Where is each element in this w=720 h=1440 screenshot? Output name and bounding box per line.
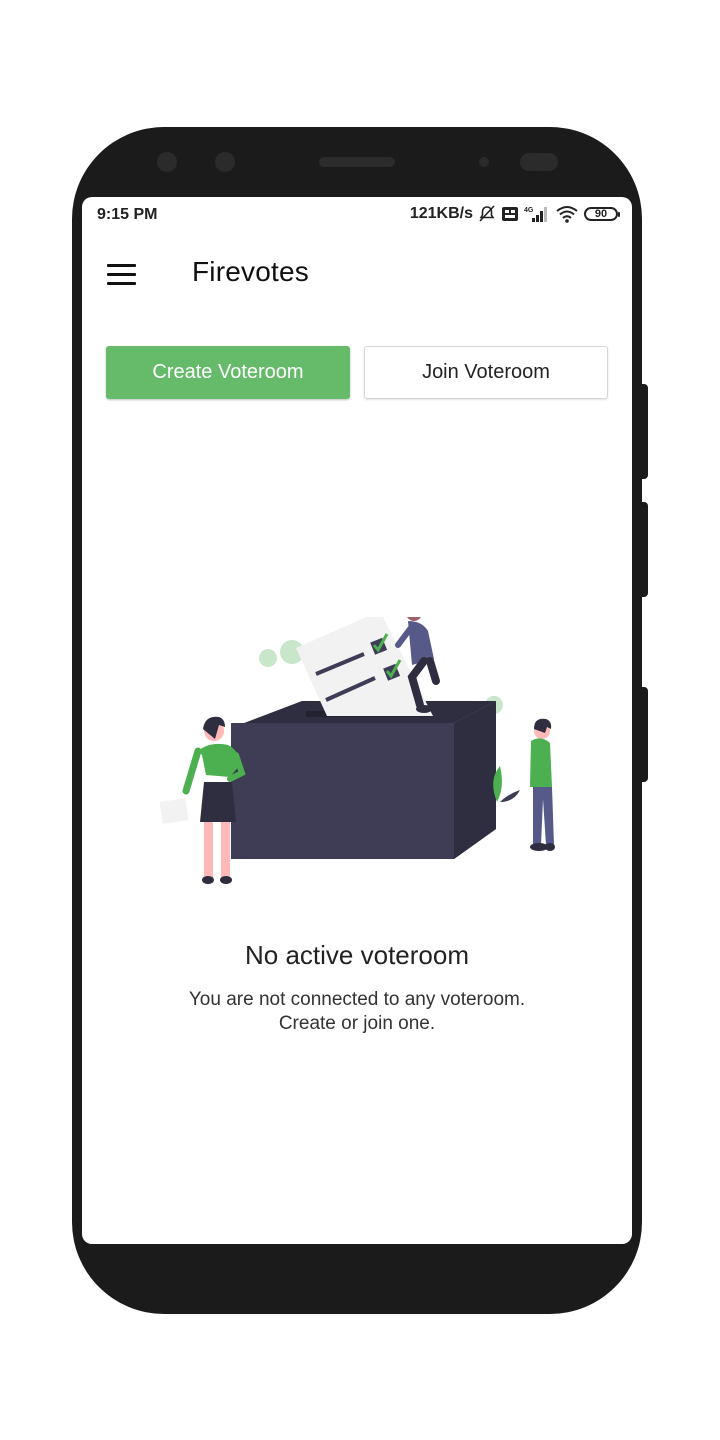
- network-type-label: 4G: [524, 207, 534, 214]
- front-sensor-icon: [215, 152, 235, 172]
- voting-illustration: [159, 617, 555, 884]
- join-voteroom-button[interactable]: Join Voteroom: [364, 346, 608, 399]
- app-screen: 9:15 PM 121KB/s 4G 90 Firevotes Create V…: [82, 197, 632, 1244]
- decor-circle: [259, 649, 277, 667]
- power-side-button: [640, 687, 648, 782]
- status-time: 9:15 PM: [97, 206, 158, 223]
- status-bar: 9:15 PM 121KB/s 4G 90: [82, 197, 632, 233]
- wifi-icon: [555, 205, 579, 223]
- empty-state-line-2: Create or join one.: [278, 1013, 436, 1034]
- notification-led: [520, 153, 558, 171]
- plant-leaf: [500, 790, 520, 802]
- create-voteroom-button[interactable]: Create Voteroom: [106, 346, 350, 399]
- person-woman: [159, 716, 246, 884]
- signal-icon: 4G: [524, 205, 550, 223]
- volte-icon: [501, 206, 519, 222]
- volume-down-side-button: [640, 502, 648, 597]
- person-man-standing: [530, 718, 555, 851]
- mute-icon: [478, 205, 496, 223]
- battery-icon: 90: [584, 207, 620, 221]
- front-camera-icon: [157, 152, 177, 172]
- battery-level: 90: [594, 208, 608, 220]
- app-bar: Firevotes: [82, 237, 632, 309]
- earpiece-speaker: [319, 157, 395, 167]
- proximity-sensor: [479, 157, 489, 167]
- status-icons: 121KB/s 4G 90: [409, 205, 620, 223]
- empty-state-message: You are not connected to any voteroom. C…: [82, 988, 632, 1036]
- empty-state-line-1: You are not connected to any voteroom.: [188, 989, 526, 1010]
- empty-state-title: No active voteroom: [245, 940, 469, 970]
- volume-up-side-button: [640, 384, 648, 479]
- hamburger-menu-icon[interactable]: [107, 259, 141, 289]
- network-speed: 121KB/s: [409, 205, 473, 222]
- ballot-box-side: [454, 701, 496, 859]
- app-title: Firevotes: [192, 256, 309, 287]
